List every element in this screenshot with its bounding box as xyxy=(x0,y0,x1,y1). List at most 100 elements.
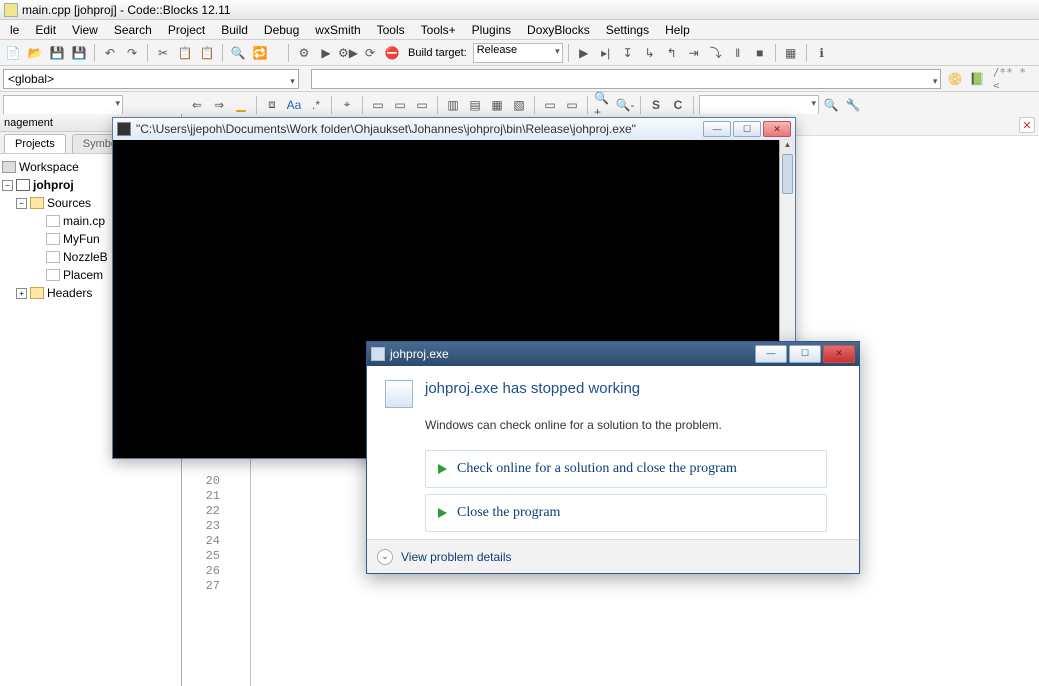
symbol-combo[interactable] xyxy=(311,69,942,89)
line-number: 25 xyxy=(190,549,250,564)
menu-plugins[interactable]: Plugins xyxy=(464,21,519,39)
s-icon[interactable]: S xyxy=(646,95,666,115)
scope-combo[interactable]: <global> xyxy=(3,69,299,89)
regex-icon[interactable]: .* xyxy=(306,95,326,115)
line-gutter: 20 21 22 23 24 25 26 27 xyxy=(190,474,250,594)
highlight-icon[interactable]: ▁ xyxy=(231,95,251,115)
grid4-icon[interactable]: ▧ xyxy=(509,95,529,115)
zoom-in-icon[interactable]: 🔍+ xyxy=(593,95,613,115)
file-icon xyxy=(46,215,60,227)
maximize-button[interactable]: ☐ xyxy=(789,345,821,363)
file-icon xyxy=(46,269,60,281)
build-target-combo[interactable]: Release xyxy=(473,43,563,63)
next-line-icon[interactable]: ↧ xyxy=(618,43,638,63)
grid2-icon[interactable]: ▤ xyxy=(465,95,485,115)
rebuild-icon[interactable]: ⟳ xyxy=(360,43,380,63)
expand-details-icon[interactable]: ⌄ xyxy=(377,549,393,565)
scroll-up-icon[interactable]: ▲ xyxy=(780,140,795,154)
folder-icon xyxy=(30,197,44,209)
redo-icon[interactable]: ↷ xyxy=(122,43,142,63)
build-run-icon[interactable]: ⚙▶ xyxy=(338,43,358,63)
grid3-icon[interactable]: ▦ xyxy=(487,95,507,115)
replace-icon[interactable]: 🔁 xyxy=(250,43,270,63)
zoom-out-icon[interactable]: 🔍- xyxy=(615,95,635,115)
box3-icon[interactable]: ▭ xyxy=(412,95,432,115)
menu-view[interactable]: View xyxy=(64,21,106,39)
close-tab-icon[interactable]: ✕ xyxy=(1019,117,1035,133)
next-instr-icon[interactable]: ⇥ xyxy=(684,43,704,63)
save-icon[interactable]: 💾 xyxy=(47,43,67,63)
close-button[interactable]: ✕ xyxy=(763,121,791,137)
menu-wxsmith[interactable]: wxSmith xyxy=(307,21,368,39)
menu-doxyblocks[interactable]: DoxyBlocks xyxy=(519,21,598,39)
line-number: 22 xyxy=(190,504,250,519)
undo-icon[interactable]: ↶ xyxy=(100,43,120,63)
close-program-option[interactable]: Close the program xyxy=(425,494,827,532)
menu-toolsplus[interactable]: Tools+ xyxy=(413,21,464,39)
c-icon[interactable]: C xyxy=(668,95,688,115)
search-go-icon[interactable]: 🔍 xyxy=(821,95,841,115)
menu-tools[interactable]: Tools xyxy=(369,21,413,39)
run-icon[interactable]: ▶ xyxy=(316,43,336,63)
app-title-text: main.cpp [johproj] - Code::Blocks 12.11 xyxy=(22,3,231,17)
app-titlebar: main.cpp [johproj] - Code::Blocks 12.11 xyxy=(0,0,1039,20)
nav-icon-b[interactable]: 📗 xyxy=(967,69,987,89)
scroll-thumb[interactable] xyxy=(782,154,793,194)
cursor-icon[interactable]: ⌖ xyxy=(337,95,357,115)
cut-icon[interactable]: ✂ xyxy=(153,43,173,63)
menu-edit[interactable]: Edit xyxy=(27,21,64,39)
close-button[interactable]: ✕ xyxy=(823,345,855,363)
expand-icon[interactable]: − xyxy=(2,180,13,191)
new-file-icon[interactable]: 📄 xyxy=(3,43,23,63)
menu-search[interactable]: Search xyxy=(106,21,160,39)
save-all-icon[interactable]: 💾 xyxy=(69,43,89,63)
nav-fwd-icon[interactable]: ⇒ xyxy=(209,95,229,115)
step-into-icon[interactable]: ↳ xyxy=(640,43,660,63)
box2-icon[interactable]: ▭ xyxy=(390,95,410,115)
box1-icon[interactable]: ▭ xyxy=(368,95,388,115)
break-icon[interactable]: ‖ xyxy=(728,43,748,63)
paste-icon[interactable]: 📋 xyxy=(197,43,217,63)
nav-back-icon[interactable]: ⇐ xyxy=(187,95,207,115)
expand-icon[interactable]: − xyxy=(16,198,27,209)
crash-headline: johproj.exe has stopped working xyxy=(425,380,640,397)
grid1-icon[interactable]: ▥ xyxy=(443,95,463,115)
rect1-icon[interactable]: ▭ xyxy=(540,95,560,115)
console-titlebar[interactable]: "C:\Users\jjepoh\Documents\Work folder\O… xyxy=(113,118,795,140)
menu-build[interactable]: Build xyxy=(213,21,256,39)
maximize-button[interactable]: ☐ xyxy=(733,121,761,137)
find-icon[interactable]: 🔍 xyxy=(228,43,248,63)
debug-run-icon[interactable]: ▶ xyxy=(574,43,594,63)
line-number: 21 xyxy=(190,489,250,504)
dialog-titlebar[interactable]: johproj.exe — ☐ ✕ xyxy=(367,342,859,366)
step-out-icon[interactable]: ↰ xyxy=(662,43,682,63)
crash-dialog[interactable]: johproj.exe — ☐ ✕ johproj.exe has stoppe… xyxy=(366,341,860,574)
view-details-link[interactable]: View problem details xyxy=(401,550,512,564)
check-online-option[interactable]: Check online for a solution and close th… xyxy=(425,450,827,488)
run-to-cursor-icon[interactable]: ▸| xyxy=(596,43,616,63)
rect2-icon[interactable]: ▭ xyxy=(562,95,582,115)
expand-icon[interactable]: + xyxy=(16,288,27,299)
search-combo[interactable] xyxy=(699,95,819,115)
menu-debug[interactable]: Debug xyxy=(256,21,307,39)
abort-icon[interactable]: ⛔ xyxy=(382,43,402,63)
minimize-button[interactable]: — xyxy=(703,121,731,137)
menu-project[interactable]: Project xyxy=(160,21,213,39)
wrench-icon[interactable]: 🔧 xyxy=(843,95,863,115)
tab-projects[interactable]: Projects xyxy=(4,134,66,153)
menu-settings[interactable]: Settings xyxy=(598,21,657,39)
minimize-button[interactable]: — xyxy=(755,345,787,363)
info-icon[interactable]: ℹ xyxy=(812,43,832,63)
copy-icon[interactable]: 📋 xyxy=(175,43,195,63)
step-instr-icon[interactable]: ⤵ xyxy=(706,43,726,63)
open-icon[interactable]: 📂 xyxy=(25,43,45,63)
menu-help[interactable]: Help xyxy=(657,21,698,39)
nav-icon-a[interactable]: 📀 xyxy=(945,69,965,89)
build-icon[interactable]: ⚙ xyxy=(294,43,314,63)
editor-file-combo[interactable] xyxy=(3,95,123,115)
menu-file[interactable]: le xyxy=(2,21,27,39)
case-icon[interactable]: Aa xyxy=(284,95,304,115)
debug-windows-icon[interactable]: ▦ xyxy=(781,43,801,63)
select-icon[interactable]: ⧈ xyxy=(262,95,282,115)
stop-debug-icon[interactable]: ■ xyxy=(750,43,770,63)
